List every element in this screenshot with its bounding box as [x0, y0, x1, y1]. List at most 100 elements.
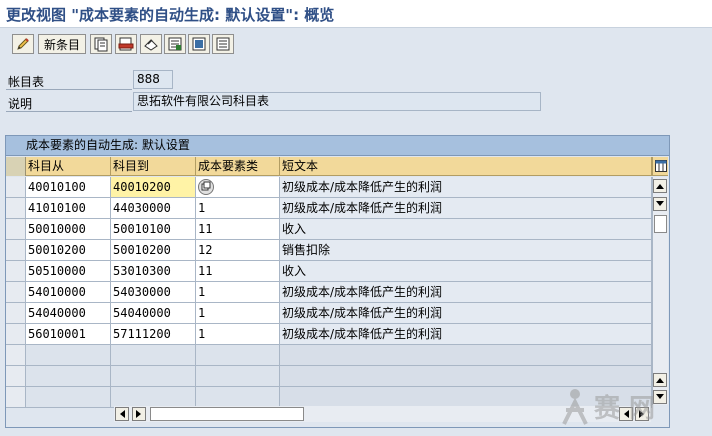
cell-from[interactable]: 40010100 — [26, 177, 111, 198]
empty-cell — [26, 345, 111, 366]
cell-to[interactable]: 57111200 — [111, 324, 196, 345]
row-selector[interactable] — [6, 240, 26, 261]
cell-from[interactable]: 56010001 — [26, 324, 111, 345]
cell-text: 初级成本/成本降低产生的利润 — [280, 324, 652, 345]
cell-to[interactable]: 50010100 — [111, 219, 196, 240]
row-selector[interactable] — [6, 198, 26, 219]
table-settings-button[interactable] — [652, 157, 668, 176]
row-selector[interactable] — [6, 219, 26, 240]
chart-of-accounts-underline — [6, 89, 132, 90]
cell-to[interactable]: 40010200 — [111, 177, 196, 198]
row-selector[interactable] — [6, 282, 26, 303]
empty-cell — [196, 387, 280, 408]
chart-of-accounts-label: 帐目表 — [8, 75, 45, 89]
cell-from[interactable]: 54010000 — [26, 282, 111, 303]
row-selector[interactable] — [6, 366, 26, 387]
column-header-cost-element-category[interactable]: 成本要素类 — [196, 157, 280, 176]
select-block-icon — [192, 37, 206, 51]
column-header-account-to[interactable]: 科目到 — [111, 157, 196, 176]
cell-category[interactable]: 12 — [196, 240, 280, 261]
copy-button[interactable] — [90, 34, 112, 54]
row-selector[interactable] — [6, 261, 26, 282]
cell-category[interactable]: 11 — [196, 261, 280, 282]
empty-cell — [280, 345, 652, 366]
delete-button[interactable] — [115, 34, 137, 54]
empty-cell — [196, 345, 280, 366]
cell-to[interactable]: 44030000 — [111, 198, 196, 219]
empty-cell — [111, 366, 196, 387]
cell-to[interactable]: 53010300 — [111, 261, 196, 282]
table-control-title: 成本要素的自动生成: 默认设置 — [5, 135, 670, 156]
cell-from[interactable]: 54040000 — [26, 303, 111, 324]
edit-pencil-icon — [17, 38, 29, 50]
cell-category[interactable]: 1 — [196, 282, 280, 303]
scroll-up-button[interactable] — [653, 179, 667, 193]
cell-from[interactable]: 50010200 — [26, 240, 111, 261]
cell-text: 收入 — [280, 261, 652, 282]
undo-change-button[interactable] — [140, 34, 162, 54]
cell-text: 初级成本/成本降低产生的利润 — [280, 303, 652, 324]
deselect-all-icon — [216, 37, 230, 51]
cell-category[interactable]: 1 — [196, 303, 280, 324]
arrow-down-icon — [656, 201, 664, 206]
horizontal-scroll-thumb[interactable] — [150, 407, 304, 421]
cell-from[interactable]: 41010100 — [26, 198, 111, 219]
cell-from[interactable]: 50010000 — [26, 219, 111, 240]
title-bar: 更改视图 "成本要素的自动生成: 默认设置": 概览 — [0, 0, 712, 28]
arrow-up-icon — [656, 184, 664, 189]
cell-from[interactable]: 50510000 — [26, 261, 111, 282]
vertical-scrollbar[interactable] — [652, 177, 668, 405]
empty-cell — [26, 366, 111, 387]
row-selector[interactable] — [6, 177, 26, 198]
column-header-account-from[interactable]: 科目从 — [26, 157, 111, 176]
cell-text: 收入 — [280, 219, 652, 240]
watermark-logo: 赛 网 — [560, 380, 708, 432]
description-label: 说明 — [8, 97, 33, 111]
select-block-button[interactable] — [188, 34, 210, 54]
vertical-scroll-thumb[interactable] — [654, 215, 667, 233]
row-selector[interactable] — [6, 345, 26, 366]
watermark-text: 赛 网 — [594, 393, 656, 424]
empty-cell — [196, 366, 280, 387]
value-help-icon — [201, 181, 211, 191]
table-settings-icon — [654, 160, 667, 172]
empty-cell — [111, 387, 196, 408]
cell-text: 销售扣除 — [280, 240, 652, 261]
application-toolbar: 新条目 — [0, 28, 712, 60]
arrow-right-icon — [136, 410, 141, 418]
empty-cell — [111, 345, 196, 366]
select-all-button[interactable] — [164, 34, 186, 54]
column-header-short-text[interactable]: 短文本 — [280, 157, 652, 176]
delete-icon — [118, 37, 134, 51]
row-selector[interactable] — [6, 303, 26, 324]
arrow-left-icon — [120, 410, 125, 418]
scroll-left-button[interactable] — [115, 407, 129, 421]
select-all-icon — [168, 37, 182, 51]
watermark-figure-icon — [562, 389, 588, 425]
cell-category[interactable] — [196, 177, 280, 198]
row-selector[interactable] — [6, 387, 26, 408]
row-selector[interactable] — [6, 324, 26, 345]
cell-category[interactable]: 1 — [196, 324, 280, 345]
scroll-page-up-button[interactable] — [653, 197, 667, 211]
cell-text: 初级成本/成本降低产生的利润 — [280, 177, 652, 198]
cell-text: 初级成本/成本降低产生的利润 — [280, 282, 652, 303]
page-title: 更改视图 "成本要素的自动生成: 默认设置": 概览 — [6, 6, 335, 24]
empty-cell — [26, 387, 111, 408]
cell-to[interactable]: 50010200 — [111, 240, 196, 261]
cell-to[interactable]: 54030000 — [111, 282, 196, 303]
select-all-rows-button[interactable] — [6, 157, 26, 176]
value-help-button[interactable] — [198, 179, 214, 195]
cell-category[interactable]: 1 — [196, 198, 280, 219]
new-entries-button[interactable]: 新条目 — [38, 34, 86, 54]
copy-icon — [94, 37, 108, 52]
description-field: 思拓软件有限公司科目表 — [133, 92, 541, 111]
cell-to[interactable]: 54040000 — [111, 303, 196, 324]
cell-text: 初级成本/成本降低产生的利润 — [280, 198, 652, 219]
description-underline — [6, 111, 132, 112]
edit-pencil-button[interactable] — [12, 34, 34, 54]
scroll-right-step-button[interactable] — [132, 407, 146, 421]
deselect-all-button[interactable] — [212, 34, 234, 54]
undo-icon — [144, 39, 158, 51]
cell-category[interactable]: 11 — [196, 219, 280, 240]
